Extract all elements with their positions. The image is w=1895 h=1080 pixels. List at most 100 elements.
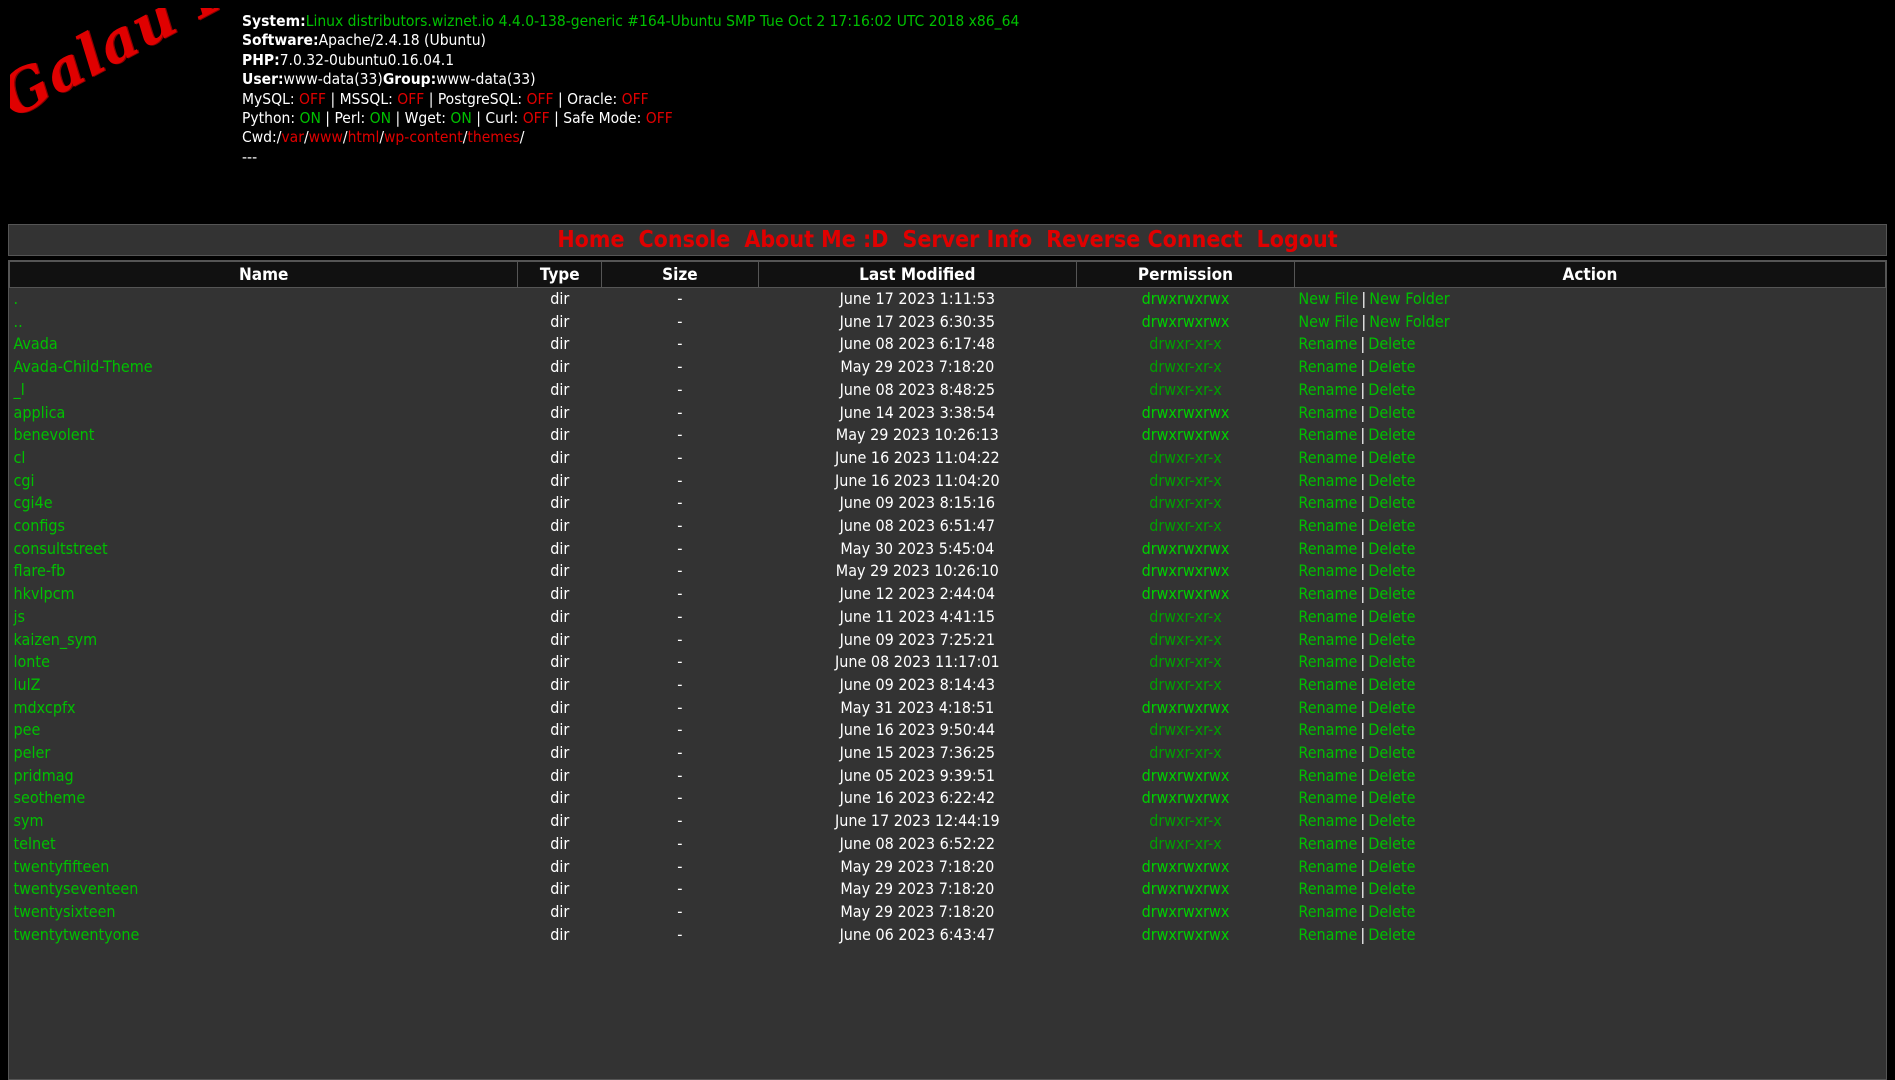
file-name-link[interactable]: benevolent <box>14 425 95 444</box>
cwd-segment-link[interactable]: www <box>309 128 343 146</box>
action-delete-link[interactable]: Delete <box>1368 834 1415 853</box>
action-delete-link[interactable]: Delete <box>1368 902 1415 921</box>
cwd-path[interactable]: /var/www/html/wp-content/themes/ <box>277 128 525 146</box>
nav-item-console[interactable]: Console <box>632 227 738 253</box>
column-header-type[interactable]: Type <box>517 261 603 288</box>
nav-item-server-info[interactable]: Server Info <box>895 227 1039 253</box>
action-rename-link[interactable]: Rename <box>1298 403 1357 422</box>
file-manager-table-container[interactable]: Name Type Size Last Modified Permission Actio… <box>8 260 1887 1080</box>
action-delete-link[interactable]: Delete <box>1368 857 1415 876</box>
file-name-link[interactable]: Avada <box>14 334 58 353</box>
action-new-folder-link[interactable]: New Folder <box>1369 289 1449 308</box>
action-delete-link[interactable]: Delete <box>1368 471 1415 490</box>
action-rename-link[interactable]: Rename <box>1298 902 1357 921</box>
action-delete-link[interactable]: Delete <box>1368 743 1415 762</box>
action-delete-link[interactable]: Delete <box>1368 403 1415 422</box>
action-rename-link[interactable]: Rename <box>1298 425 1357 444</box>
nav-item-reverse-connect[interactable]: Reverse Connect <box>1039 227 1249 253</box>
action-delete-link[interactable]: Delete <box>1368 334 1415 353</box>
file-name-link[interactable]: . <box>14 289 19 308</box>
action-delete-link[interactable]: Delete <box>1368 720 1415 739</box>
cwd-segment-link[interactable]: var <box>281 128 304 146</box>
action-delete-link[interactable]: Delete <box>1368 879 1415 898</box>
action-rename-link[interactable]: Rename <box>1298 357 1357 376</box>
action-delete-link[interactable]: Delete <box>1368 630 1415 649</box>
action-delete-link[interactable]: Delete <box>1368 811 1415 830</box>
file-name-link[interactable]: mdxcpfx <box>14 698 76 717</box>
file-name-link[interactable]: cgi4e <box>14 493 53 512</box>
action-rename-link[interactable]: Rename <box>1298 743 1357 762</box>
action-rename-link[interactable]: Rename <box>1298 516 1357 535</box>
file-name-link[interactable]: twentyseventeen <box>14 879 139 898</box>
action-rename-link[interactable]: Rename <box>1298 630 1357 649</box>
action-delete-link[interactable]: Delete <box>1368 448 1415 467</box>
action-rename-link[interactable]: Rename <box>1298 334 1357 353</box>
action-delete-link[interactable]: Delete <box>1368 607 1415 626</box>
action-delete-link[interactable]: Delete <box>1368 652 1415 671</box>
action-delete-link[interactable]: Delete <box>1368 516 1415 535</box>
action-rename-link[interactable]: Rename <box>1298 675 1357 694</box>
file-name-link[interactable]: twentysixteen <box>14 902 116 921</box>
file-name-link[interactable]: js <box>14 607 26 626</box>
column-header-size[interactable]: Size <box>601 261 759 288</box>
action-rename-link[interactable]: Rename <box>1298 607 1357 626</box>
action-rename-link[interactable]: Rename <box>1298 925 1357 944</box>
file-name-link[interactable]: lonte <box>14 652 50 671</box>
file-name-link[interactable]: cl <box>14 448 26 467</box>
file-name-link[interactable]: kaizen_sym <box>14 630 98 649</box>
action-delete-link[interactable]: Delete <box>1368 561 1415 580</box>
file-name-link[interactable]: flare-fb <box>14 561 66 580</box>
file-name-link[interactable]: cgi <box>14 471 35 490</box>
action-rename-link[interactable]: Rename <box>1298 471 1357 490</box>
file-name-link[interactable]: consultstreet <box>14 539 108 558</box>
action-rename-link[interactable]: Rename <box>1298 493 1357 512</box>
action-rename-link[interactable]: Rename <box>1298 766 1357 785</box>
file-name-link[interactable]: twentytwentyone <box>14 925 140 944</box>
action-rename-link[interactable]: Rename <box>1298 788 1357 807</box>
action-new-file-link[interactable]: New File <box>1298 289 1358 308</box>
file-name-link[interactable]: sym <box>14 811 44 830</box>
action-delete-link[interactable]: Delete <box>1368 493 1415 512</box>
column-header-name[interactable]: Name <box>9 261 519 288</box>
column-header-last-modified[interactable]: Last Modified <box>757 261 1078 288</box>
cwd-segment-link[interactable]: wp-content <box>384 128 463 146</box>
action-delete-link[interactable]: Delete <box>1368 925 1415 944</box>
action-rename-link[interactable]: Rename <box>1298 652 1357 671</box>
column-header-permission[interactable]: Permission <box>1076 261 1295 288</box>
file-name-link[interactable]: pridmag <box>14 766 74 785</box>
action-new-file-link[interactable]: New File <box>1298 312 1358 331</box>
action-delete-link[interactable]: Delete <box>1368 357 1415 376</box>
file-name-link[interactable]: twentyfifteen <box>14 857 110 876</box>
nav-item-home[interactable]: Home <box>550 227 631 253</box>
file-name-link[interactable]: telnet <box>14 834 56 853</box>
action-delete-link[interactable]: Delete <box>1368 584 1415 603</box>
file-name-link[interactable]: seotheme <box>14 788 86 807</box>
file-name-link[interactable]: applica <box>14 403 66 422</box>
file-name-link[interactable]: lulZ <box>14 675 41 694</box>
action-delete-link[interactable]: Delete <box>1368 698 1415 717</box>
nav-item-about-me-d[interactable]: About Me :D <box>737 227 895 253</box>
file-name-link[interactable]: _l <box>14 380 25 399</box>
action-delete-link[interactable]: Delete <box>1368 766 1415 785</box>
action-rename-link[interactable]: Rename <box>1298 584 1357 603</box>
action-rename-link[interactable]: Rename <box>1298 720 1357 739</box>
action-rename-link[interactable]: Rename <box>1298 698 1357 717</box>
file-name-link[interactable]: hkvlpcm <box>14 584 75 603</box>
action-new-folder-link[interactable]: New Folder <box>1369 312 1449 331</box>
cwd-segment-link[interactable]: themes <box>467 128 519 146</box>
action-delete-link[interactable]: Delete <box>1368 539 1415 558</box>
cwd-segment-link[interactable]: html <box>348 128 380 146</box>
action-rename-link[interactable]: Rename <box>1298 561 1357 580</box>
nav-item-logout[interactable]: Logout <box>1250 227 1345 253</box>
column-header-action[interactable]: Action <box>1293 261 1886 288</box>
action-rename-link[interactable]: Rename <box>1298 380 1357 399</box>
file-name-link[interactable]: .. <box>14 312 23 331</box>
file-name-link[interactable]: pee <box>14 720 41 739</box>
action-rename-link[interactable]: Rename <box>1298 448 1357 467</box>
action-delete-link[interactable]: Delete <box>1368 380 1415 399</box>
action-rename-link[interactable]: Rename <box>1298 879 1357 898</box>
action-delete-link[interactable]: Delete <box>1368 788 1415 807</box>
action-delete-link[interactable]: Delete <box>1368 675 1415 694</box>
file-name-link[interactable]: Avada-Child-Theme <box>14 357 153 376</box>
file-name-link[interactable]: configs <box>14 516 66 535</box>
